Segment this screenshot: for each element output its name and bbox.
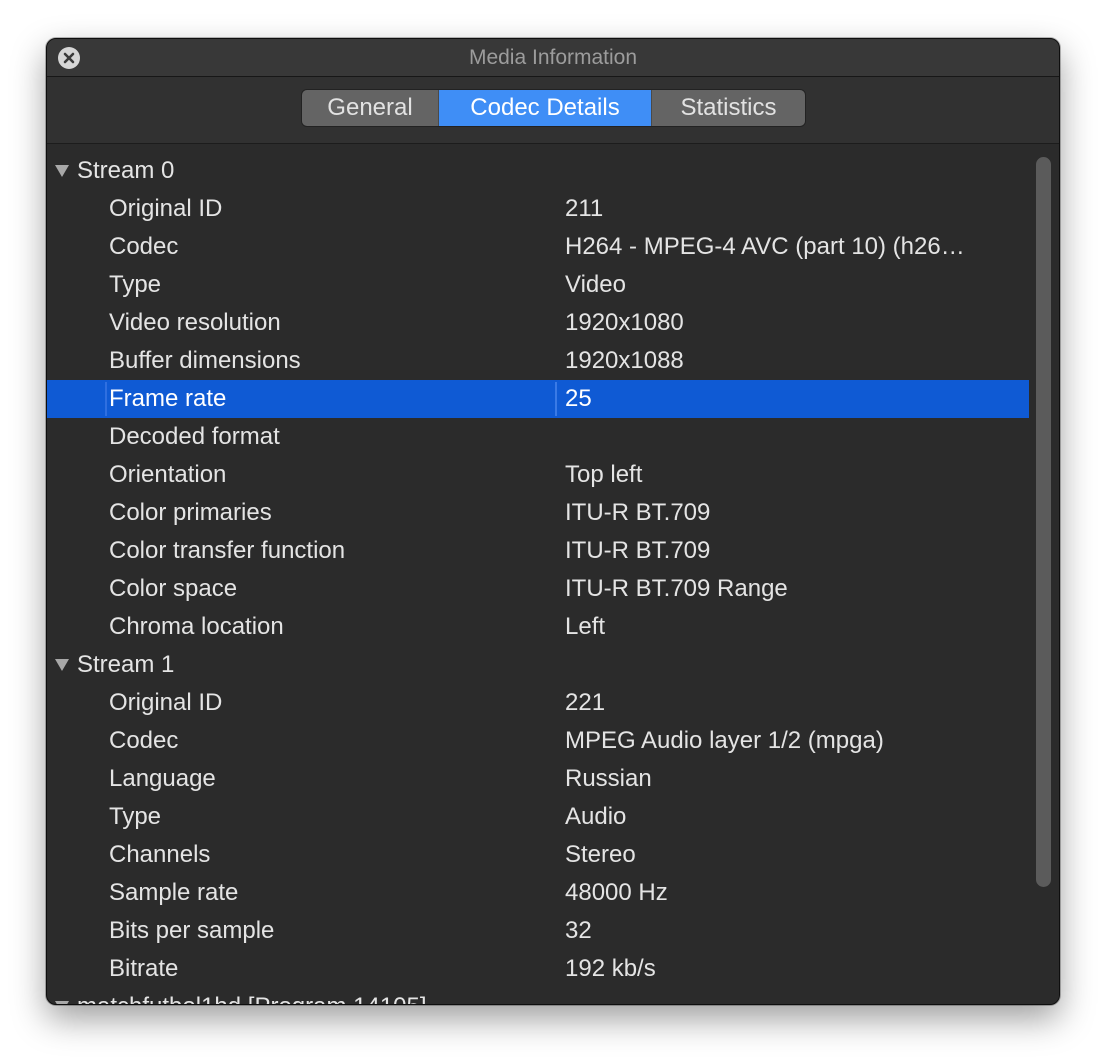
property-label: Type <box>109 271 162 298</box>
stream-name: matchfutbol1hd [Program 14105] <box>77 988 427 1004</box>
property-row[interactable]: Sample rate 48000 Hz <box>47 874 1029 912</box>
property-label: Sample rate <box>109 879 239 906</box>
scrollbar-thumb[interactable] <box>1036 157 1051 887</box>
property-row[interactable]: Type Video <box>47 266 1029 304</box>
disclosure-triangle-icon[interactable] <box>55 659 69 671</box>
property-label: Color primaries <box>109 499 272 526</box>
property-row[interactable]: Original ID 221 <box>47 684 1029 722</box>
property-row[interactable]: Color primaries ITU-R BT.709 <box>47 494 1029 532</box>
title-bar: Media Information <box>47 39 1059 77</box>
property-row[interactable]: Channels Stereo <box>47 836 1029 874</box>
property-value: Top left <box>565 461 643 488</box>
property-value: Left <box>565 613 606 640</box>
property-row[interactable]: Codec MPEG Audio layer 1/2 (mpga) <box>47 722 1029 760</box>
property-label: Color space <box>109 575 238 602</box>
tab-codec-details[interactable]: Codec Details <box>439 90 651 126</box>
property-label: Chroma location <box>109 613 284 640</box>
disclosure-triangle-icon[interactable] <box>55 1001 69 1004</box>
property-row[interactable]: Buffer dimensions 1920x1088 <box>47 342 1029 380</box>
property-value: ITU-R BT.709 <box>565 499 711 526</box>
property-label: Frame rate <box>109 385 227 412</box>
stream-group-row[interactable]: Stream 0 <box>47 152 1029 190</box>
property-label: Buffer dimensions <box>109 347 301 374</box>
property-label: Original ID <box>109 195 223 222</box>
property-value: 221 <box>565 689 606 716</box>
property-label: Bitrate <box>109 955 179 982</box>
tab-bar: General Codec Details Statistics <box>301 89 806 127</box>
property-label: Decoded format <box>109 423 280 450</box>
property-label: Video resolution <box>109 309 281 336</box>
property-label: Original ID <box>109 689 223 716</box>
stream-group-row[interactable]: matchfutbol1hd [Program 14105] <box>47 988 1029 1004</box>
property-row[interactable]: Chroma location Left <box>47 608 1029 646</box>
media-information-window: Media Information General Codec Details … <box>46 38 1060 1005</box>
property-value: ITU-R BT.709 Range <box>565 575 788 602</box>
property-label: Bits per sample <box>109 917 275 944</box>
property-value: Video <box>565 271 626 298</box>
tab-general[interactable]: General <box>302 90 439 126</box>
toolbar: General Codec Details Statistics <box>47 77 1059 144</box>
property-row[interactable]: Decoded format <box>47 418 1029 456</box>
property-label: Language <box>109 765 216 792</box>
property-value: MPEG Audio layer 1/2 (mpga) <box>565 727 884 754</box>
stream-name: Stream 1 <box>77 651 175 678</box>
property-value: 32 <box>565 917 592 944</box>
property-value: 211 <box>565 195 604 222</box>
property-label: Codec <box>109 233 179 260</box>
stream-name: Stream 0 <box>77 157 175 184</box>
property-value: 1920x1080 <box>565 309 684 336</box>
property-value: H264 - MPEG-4 AVC (part 10) (h26… <box>565 233 965 260</box>
disclosure-triangle-icon[interactable] <box>55 165 69 177</box>
property-value: 48000 Hz <box>565 879 668 906</box>
property-value: Audio <box>565 803 627 830</box>
property-value: ITU-R BT.709 <box>565 537 711 564</box>
property-row[interactable]: Video resolution 1920x1080 <box>47 304 1029 342</box>
property-value: Russian <box>565 765 652 792</box>
property-label: Channels <box>109 841 211 868</box>
property-row[interactable]: Frame rate 25 <box>47 380 1029 418</box>
property-label: Type <box>109 803 162 830</box>
property-label: Codec <box>109 727 179 754</box>
property-row[interactable]: Codec H264 - MPEG-4 AVC (part 10) (h26… <box>47 228 1029 266</box>
property-label: Color transfer function <box>109 537 346 564</box>
property-value: 192 kb/s <box>565 955 656 982</box>
stream-group-row[interactable]: Stream 1 <box>47 646 1029 684</box>
window-title: Media Information <box>468 46 638 69</box>
column-separator <box>555 382 557 416</box>
property-label: Orientation <box>109 461 227 488</box>
property-row[interactable]: Color transfer function ITU-R BT.709 <box>47 532 1029 570</box>
property-row[interactable]: Bitrate 192 kb/s <box>47 950 1029 988</box>
property-row[interactable]: Original ID 211 <box>47 190 1029 228</box>
property-row[interactable]: Language Russian <box>47 760 1029 798</box>
codec-tree[interactable]: Stream 0 Original ID 211 Codec H264 - MPEG-4… <box>47 150 1029 1004</box>
property-value: Stereo <box>565 841 636 868</box>
property-row[interactable]: Color space ITU-R BT.709 Range <box>47 570 1029 608</box>
property-row[interactable]: Orientation Top left <box>47 456 1029 494</box>
property-value: 1920x1088 <box>565 347 684 374</box>
property-row[interactable]: Bits per sample 32 <box>47 912 1029 950</box>
selection-edge <box>105 382 107 416</box>
property-value: 25 <box>565 385 592 412</box>
property-row[interactable]: Type Audio <box>47 798 1029 836</box>
tab-statistics[interactable]: Statistics <box>651 90 805 126</box>
